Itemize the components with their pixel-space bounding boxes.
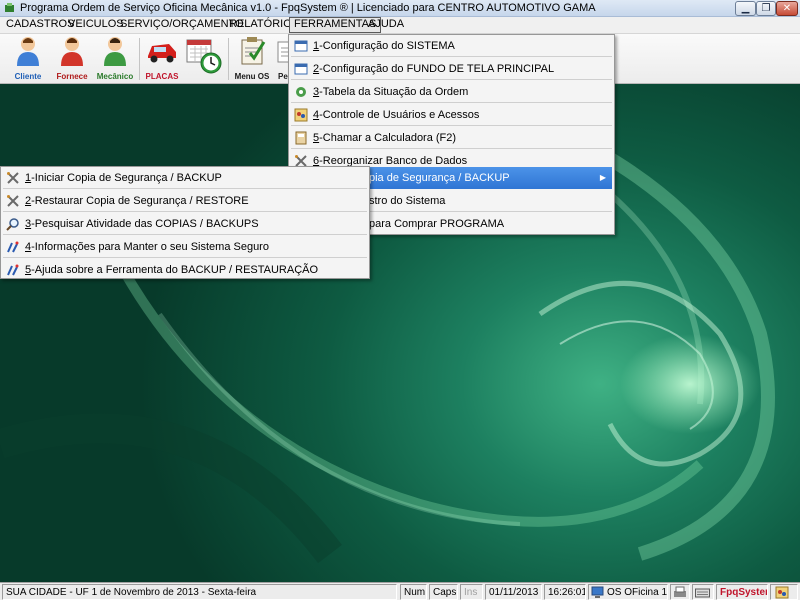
minimize-button[interactable]: ▁ — [735, 1, 756, 16]
menu-item-controle-usuarios[interactable]: 4-Controle de Usuários e Acessos — [291, 104, 612, 126]
users-icon — [294, 108, 308, 122]
restore-icon: ❐ — [761, 3, 771, 14]
menu-item-registro-sistema[interactable]: stro do Sistema — [369, 190, 612, 212]
gear-icon — [296, 87, 306, 97]
minimize-icon: ▁ — [741, 3, 750, 14]
toolbar-separator — [228, 38, 229, 80]
menu-item-copia-seguranca[interactable]: pia de Segurança / BACKUP ▶ — [369, 167, 612, 189]
status-bar: SUA CIDADE - UF 1 de Novembro de 2013 - … — [0, 582, 800, 600]
submenu-item-label: -Ajuda sobre a Ferramenta do BACKUP / RE… — [31, 264, 319, 276]
menu-item-comprar-programa[interactable]: para Comprar PROGRAMA — [369, 213, 612, 235]
cliente-label: Cliente — [14, 72, 42, 81]
keyboard-icon — [695, 588, 710, 598]
cliente-button[interactable]: Cliente — [8, 36, 48, 82]
calculator-icon — [295, 131, 307, 145]
menu-ajuda[interactable]: AJUDA — [364, 17, 408, 33]
submenu-item-restaurar-backup[interactable]: 2-Restaurar Copia de Segurança / RESTORE — [3, 190, 367, 212]
toolbar-separator — [139, 38, 140, 80]
person-blue-icon — [17, 37, 39, 66]
submenu-item-pesquisar-atividade[interactable]: 3-Pesquisar Atividade das COPIAS / BACKU… — [3, 213, 367, 235]
menu-item-configuracao-fundo[interactable]: 2-Configuração do FUNDO DE TELA PRINCIPA… — [291, 58, 612, 80]
menu-item-label: para Comprar PROGRAMA — [369, 218, 505, 230]
menu-item-label: -Configuração do FUNDO DE TELA PRINCIPAL — [319, 63, 555, 75]
submenu-item-label: -Restaurar Copia de Segurança / RESTORE — [31, 195, 249, 207]
close-button[interactable]: ✕ — [776, 1, 798, 16]
submenu-item-label: -Iniciar Copia de Segurança / BACKUP — [31, 172, 222, 184]
computer-icon — [591, 586, 604, 598]
submenu-arrow-icon: ▶ — [599, 173, 606, 182]
status-location-date: SUA CIDADE - UF 1 de Novembro de 2013 - … — [2, 584, 397, 600]
submenu-item-iniciar-backup[interactable]: 1-Iniciar Copia de Segurança / BACKUP — [3, 167, 367, 189]
menu-item-label: -Chamar a Calculadora (F2) — [319, 132, 457, 144]
status-brand: FpqSystem — [716, 584, 768, 600]
search-icon — [6, 218, 19, 231]
menu-item-label: pia de Segurança / BACKUP — [369, 172, 510, 184]
title-bar: Programa Ordem de Serviço Oficina Mecâni… — [0, 0, 800, 17]
submenu-item-ajuda-backup[interactable]: 5-Ajuda sobre a Ferramenta do BACKUP / R… — [3, 259, 367, 281]
tools-icon — [7, 172, 19, 184]
submenu-item-label: -Informações para Manter o seu Sistema S… — [31, 241, 269, 253]
submenu-item-informacoes-seguranca[interactable]: 4-Informações para Manter o seu Sistema … — [3, 236, 367, 258]
placas-button[interactable]: PLACAS — [143, 36, 181, 82]
backup-submenu: 1-Iniciar Copia de Segurança / BACKUP 2-… — [0, 166, 370, 279]
app-icon — [5, 3, 14, 12]
status-time: 16:26:01 — [544, 584, 586, 600]
close-icon: ✕ — [782, 3, 792, 14]
window-settings-icon — [294, 63, 308, 75]
fornece-button[interactable]: Fornece — [52, 36, 92, 82]
status-product: OS OFicina 1.0 — [588, 584, 668, 600]
submenu-item-label: -Pesquisar Atividade das COPIAS / BACKUP… — [31, 218, 259, 230]
window-title: Programa Ordem de Serviço Oficina Mecâni… — [20, 2, 596, 14]
status-printer[interactable] — [670, 584, 690, 600]
info-icon — [7, 264, 19, 276]
status-keyboard[interactable] — [692, 584, 714, 600]
mecanico-label: Mecânico — [96, 72, 134, 81]
menu-item-configuracao-sistema[interactable]: 1-Configuração do SISTEMA — [291, 35, 612, 57]
placas-label: PLACAS — [145, 72, 179, 81]
menu-item-label: -Controle de Usuários e Acessos — [319, 109, 480, 121]
tools-icon — [7, 195, 19, 207]
agenda-button[interactable] — [184, 36, 224, 82]
clipboard-check-icon — [241, 37, 266, 65]
info-icon — [7, 241, 19, 253]
printer-icon — [674, 586, 686, 597]
menu-os-button[interactable]: Menu OS — [233, 36, 271, 82]
status-users[interactable] — [770, 584, 798, 600]
person-red-icon — [61, 37, 83, 66]
fornece-label: Fornece — [56, 72, 88, 81]
menu-os-label: Menu OS — [234, 72, 270, 81]
calendar-clock-icon — [186, 39, 222, 74]
car-icon — [148, 44, 176, 63]
maximize-button[interactable]: ❐ — [756, 1, 776, 16]
mecanico-button[interactable]: Mecânico — [95, 36, 135, 82]
menu-item-label: -Tabela da Situação da Ordem — [319, 86, 469, 98]
menu-bar: CADASTROS VEICULOS SERVIÇO/ORÇAMENTO REL… — [0, 17, 800, 34]
status-caps: Caps — [429, 584, 458, 600]
status-ins: Ins — [460, 584, 483, 600]
menu-item-calculadora[interactable]: 5-Chamar a Calculadora (F2) — [291, 127, 612, 149]
person-green-icon — [104, 37, 126, 66]
status-date: 01/11/2013 — [485, 584, 542, 600]
users-icon — [775, 586, 789, 599]
menu-item-label: stro do Sistema — [369, 195, 446, 207]
menu-item-tabela-situacao[interactable]: 3-Tabela da Situação da Ordem — [291, 81, 612, 103]
menu-item-label: -Configuração do SISTEMA — [319, 40, 455, 52]
status-num: Num — [400, 584, 427, 600]
window-settings-icon — [294, 40, 308, 52]
status-product-label: OS OFicina 1.0 — [607, 587, 668, 598]
